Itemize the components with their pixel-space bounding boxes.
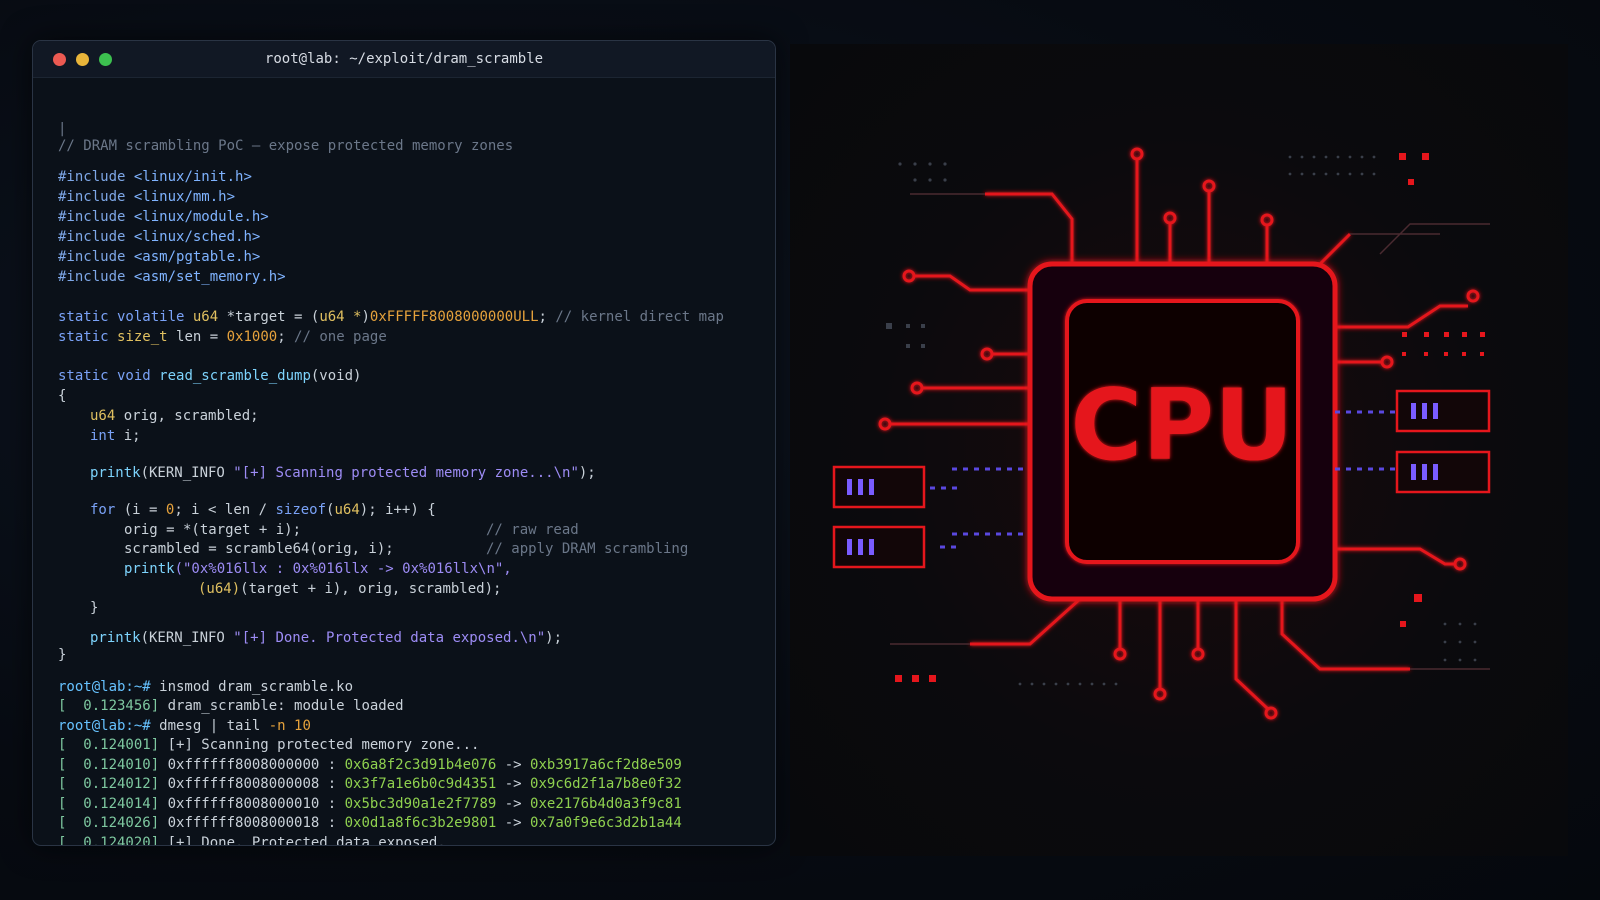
code-include: #include <linux/sched.h>	[58, 229, 261, 245]
kernel-log-line: [ 0.124020] [+] Done. Protected data exp…	[58, 835, 446, 846]
terminal-window[interactable]: root@lab: ~/exploit/dram_scramble | // D…	[32, 40, 776, 846]
memory-module	[832, 465, 926, 509]
code-printk-args: (u64)(target + i), orig, scrambled);	[198, 581, 502, 597]
code-include: #include <linux/mm.h>	[58, 189, 236, 205]
code-close-brace: }	[58, 647, 67, 663]
kernel-log-line: [ 0.124014] 0xffffff8008000010 : 0x5bc3d…	[58, 796, 682, 812]
cpu-label: CPU	[1070, 369, 1293, 483]
code-printk-scan: printk(KERN_INFO "[+] Scanning protected…	[90, 465, 596, 481]
code-printk-done: printk(KERN_INFO "[+] Done. Protected da…	[90, 630, 563, 646]
code-orig-read: orig = *(target + i);	[124, 522, 302, 538]
code-open-brace: {	[58, 388, 67, 404]
code-printk-format: printk("0x%016llx : 0x%016llx -> 0x%016l…	[124, 561, 512, 577]
memory-module	[832, 525, 926, 569]
code-include: #include <linux/init.h>	[58, 169, 252, 185]
code-for-loop: for (i = 0; i < len / sizeof(u64); i++) …	[90, 502, 436, 518]
kernel-log-line: [ 0.124012] 0xffffff8008000008 : 0x3f7a1…	[58, 776, 682, 792]
memory-module	[1395, 389, 1491, 433]
cpu-chip: CPU	[1027, 261, 1338, 602]
code-comment-raw: // raw read	[486, 522, 579, 538]
code-comment-header: // DRAM scrambling PoC – expose protecte…	[58, 138, 514, 154]
code-decl-len: static size_t len = 0x1000; // one page	[58, 329, 387, 345]
cpu-circuit-graphic: CPU	[832, 147, 1491, 720]
code-var-decl: int i;	[90, 428, 141, 444]
code-include: #include <asm/set_memory.h>	[58, 269, 286, 285]
shell-prompt-line: root@lab:~# insmod dram_scramble.ko	[58, 679, 354, 695]
code-fn-signature: static void read_scramble_dump(void)	[58, 368, 362, 384]
code-comment-scramble: // apply DRAM scrambling	[486, 541, 689, 557]
terminal-content[interactable]: | // DRAM scrambling PoC – expose protec…	[58, 81, 765, 845]
terminal-title: root@lab: ~/exploit/dram_scramble	[264, 51, 544, 67]
memory-module	[1395, 450, 1491, 494]
code-scramble-call: scrambled = scramble64(orig, i);	[124, 541, 394, 557]
code-var-decl: u64 orig, scrambled;	[90, 408, 259, 424]
kernel-log-line: [ 0.124010] 0xffffff8008000000 : 0x6a8f2…	[58, 757, 682, 773]
terminal-titlebar[interactable]: root@lab: ~/exploit/dram_scramble	[33, 41, 775, 78]
code-decl-target: static volatile u64 *target = (u64 *)0xF…	[58, 309, 724, 325]
kernel-log-line: [ 0.124001] [+] Scanning protected memor…	[58, 737, 480, 753]
code-include: #include <linux/module.h>	[58, 209, 269, 225]
kernel-log-line: [ 0.124026] 0xffffff8008000018 : 0x0d1a8…	[58, 815, 682, 831]
cpu-illustration: CPU	[790, 44, 1568, 856]
shell-prompt-line: root@lab:~# dmesg | tail -n 10	[58, 718, 311, 734]
kernel-log-line: [ 0.123456] dram_scramble: module loaded	[58, 698, 404, 714]
code-inner-close: }	[90, 600, 99, 616]
code-include: #include <asm/pgtable.h>	[58, 249, 261, 265]
